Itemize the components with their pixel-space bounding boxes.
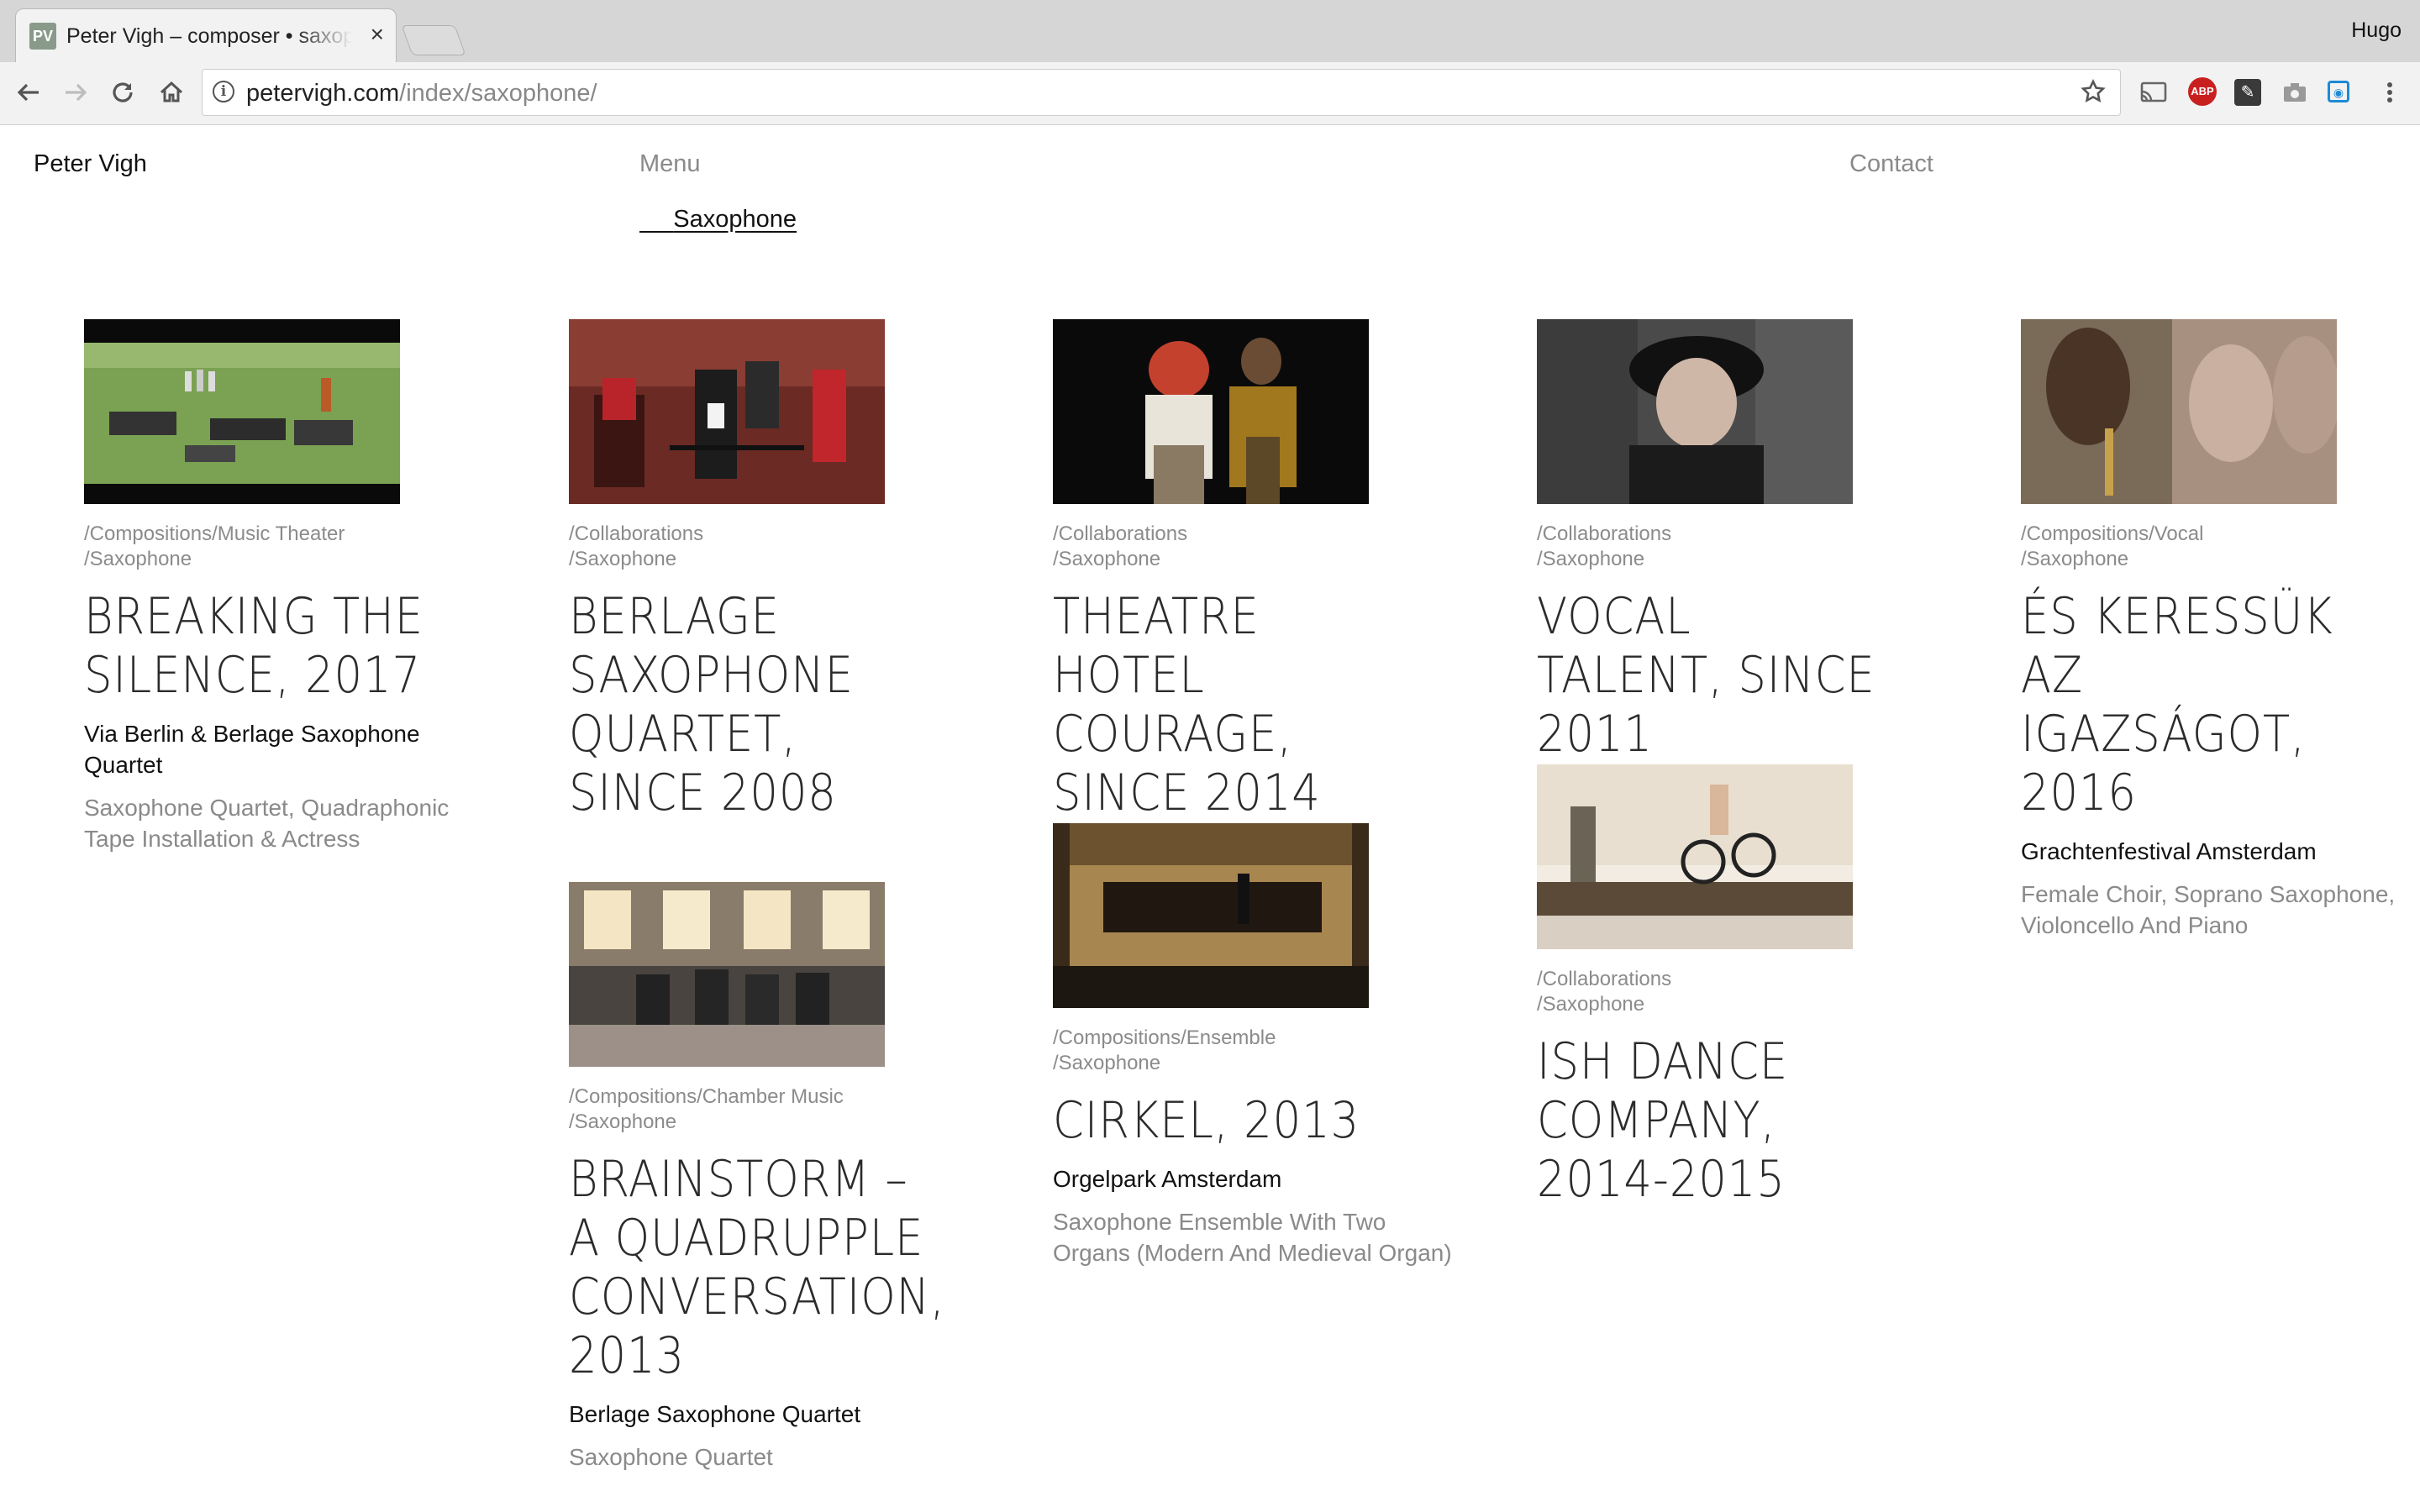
address-bar[interactable]: i petervigh.com/index/saxophone/ [202, 69, 2121, 116]
project-categories: /Compositions/Chamber Music /Saxophone [569, 1084, 972, 1135]
project-card[interactable]: /Compositions/Ensemble /Saxophone Cirkel… [1053, 823, 1456, 1268]
project-title[interactable]: Cirkel, 2013 [1053, 1091, 1407, 1150]
browser-tab-strip: PV Peter Vigh – composer • saxophone × H… [0, 0, 2420, 62]
project-venue: Orgelpark Amsterdam [1053, 1166, 1282, 1192]
browser-tab[interactable]: PV Peter Vigh – composer • saxophone × [15, 8, 397, 62]
star-icon[interactable] [2078, 75, 2108, 115]
project-categories: /Collaborations /Saxophone [1537, 522, 1940, 572]
project-card[interactable]: /Compositions/Vocal /Saxophone És keress… [2021, 319, 2420, 941]
project-thumbnail[interactable] [1053, 319, 1369, 504]
project-card[interactable]: /Collaborations /Saxophone Berlage Saxop… [569, 319, 972, 822]
home-icon[interactable] [155, 76, 188, 109]
project-description: Saxophone Quartet, Quadraphonic Tape Ins… [84, 795, 450, 852]
breadcrumb-label: Saxophone [673, 206, 797, 233]
category-path[interactable]: /Collaborations [1053, 522, 1456, 547]
adblock-icon[interactable]: ABP [2188, 77, 2217, 106]
category-tag[interactable]: /Saxophone [569, 547, 972, 572]
contact-link[interactable]: Contact [1849, 150, 1933, 178]
project-categories: /Compositions/Vocal /Saxophone [2021, 522, 2420, 572]
project-card[interactable]: /Compositions/Chamber Music /Saxophone B… [569, 882, 972, 1473]
menu-dots-icon[interactable] [2375, 77, 2405, 108]
browser-toolbar: i petervigh.com/index/saxophone/ ABP ✎ ◉ [0, 62, 2420, 125]
project-card[interactable]: /Collaborations /Saxophone ISH Dance Com… [1537, 764, 1940, 1209]
url-text[interactable]: petervigh.com/index/saxophone/ [246, 80, 597, 108]
category-tag[interactable]: /Saxophone [2021, 547, 2420, 572]
category-path[interactable]: /Compositions/Vocal [2021, 522, 2420, 547]
project-categories: /Compositions/Music Theater /Saxophone [84, 522, 487, 572]
category-path[interactable]: /Compositions/Music Theater [84, 522, 487, 547]
breadcrumb-saxophone[interactable]: Saxophone [639, 206, 797, 234]
project-description: Saxophone Ensemble With Two Organs (Mode… [1053, 1209, 1452, 1266]
project-title[interactable]: Theatre Hotel Courage, since 2014 [1053, 587, 1407, 822]
project-venue: Berlage Saxophone Quartet [569, 1401, 861, 1427]
project-title[interactable]: Brainstorm – a quadrupple conversation, … [569, 1150, 944, 1385]
project-venue: Grachtenfestival Amsterdam [2021, 838, 2317, 864]
favicon-icon: PV [29, 23, 56, 50]
project-description: Saxophone Quartet [569, 1444, 773, 1470]
profile-name[interactable]: Hugo [2351, 18, 2402, 43]
project-categories: /Collaborations /Saxophone [1537, 967, 1940, 1017]
new-tab-button[interactable] [401, 25, 466, 55]
category-tag[interactable]: /Saxophone [569, 1110, 972, 1135]
category-path[interactable]: /Collaborations [1537, 967, 1940, 992]
project-title[interactable]: Vocal Talent, since 2011 [1537, 587, 1891, 764]
reload-icon[interactable] [106, 76, 139, 109]
project-thumbnail[interactable] [1053, 823, 1369, 1008]
category-tag[interactable]: /Saxophone [84, 547, 487, 572]
site-title-link[interactable]: Peter Vigh [34, 150, 147, 178]
camera-icon[interactable] [2280, 77, 2310, 108]
project-title[interactable]: És keressük az igazságot, 2016 [2021, 587, 2375, 822]
category-path[interactable]: /Compositions/Ensemble [1053, 1026, 1456, 1051]
tab-close-icon[interactable]: × [371, 21, 384, 48]
url-host: petervigh.com [246, 80, 400, 107]
category-path[interactable]: /Compositions/Chamber Music [569, 1084, 972, 1110]
project-categories: /Collaborations /Saxophone [569, 522, 972, 572]
forward-arrow-icon[interactable] [59, 76, 92, 109]
category-tag[interactable]: /Saxophone [1537, 547, 1940, 572]
category-tag[interactable]: /Saxophone [1053, 547, 1456, 572]
breadcrumb-indent [639, 206, 673, 233]
project-thumbnail[interactable] [84, 319, 400, 504]
web-page: Peter Vigh Menu Contact Saxophone /Compo… [0, 125, 2420, 1512]
category-path[interactable]: /Collaborations [569, 522, 972, 547]
project-card[interactable]: /Compositions/Music Theater /Saxophone B… [84, 319, 487, 854]
project-venue: Via Berlin & Berlage Saxophone Quartet [84, 721, 420, 778]
category-tag[interactable]: /Saxophone [1053, 1051, 1456, 1076]
url-path: /index/saxophone/ [399, 80, 597, 107]
project-card[interactable]: /Collaborations /Saxophone Theatre Hotel… [1053, 319, 1456, 822]
menu-link[interactable]: Menu [639, 150, 701, 178]
back-arrow-icon[interactable] [12, 76, 45, 109]
tab-title: Peter Vigh – composer • saxophone [66, 24, 352, 48]
project-card[interactable]: /Collaborations /Saxophone Vocal Talent,… [1537, 319, 1940, 764]
category-path[interactable]: /Collaborations [1537, 522, 1940, 547]
extension-icon[interactable]: ✎ [2234, 79, 2261, 106]
category-tag[interactable]: /Saxophone [1537, 992, 1940, 1017]
project-categories: /Collaborations /Saxophone [1053, 522, 1456, 572]
project-thumbnail[interactable] [1537, 319, 1853, 504]
screenshot-icon[interactable]: ◉ [2328, 81, 2349, 102]
project-thumbnail[interactable] [2021, 319, 2337, 504]
cast-icon[interactable] [2139, 77, 2169, 108]
info-icon[interactable]: i [213, 81, 234, 102]
project-categories: /Compositions/Ensemble /Saxophone [1053, 1026, 1456, 1076]
project-title[interactable]: ISH Dance Company, 2014-2015 [1537, 1032, 1891, 1209]
project-title[interactable]: Berlage Saxophone Quartet, since 2008 [569, 587, 923, 822]
project-thumbnail[interactable] [1537, 764, 1853, 949]
project-description: Female Choir, Soprano Saxophone, Violonc… [2021, 881, 2396, 938]
project-title[interactable]: Breaking the Silence, 2017 [84, 587, 439, 705]
project-thumbnail[interactable] [569, 319, 885, 504]
project-thumbnail[interactable] [569, 882, 885, 1067]
